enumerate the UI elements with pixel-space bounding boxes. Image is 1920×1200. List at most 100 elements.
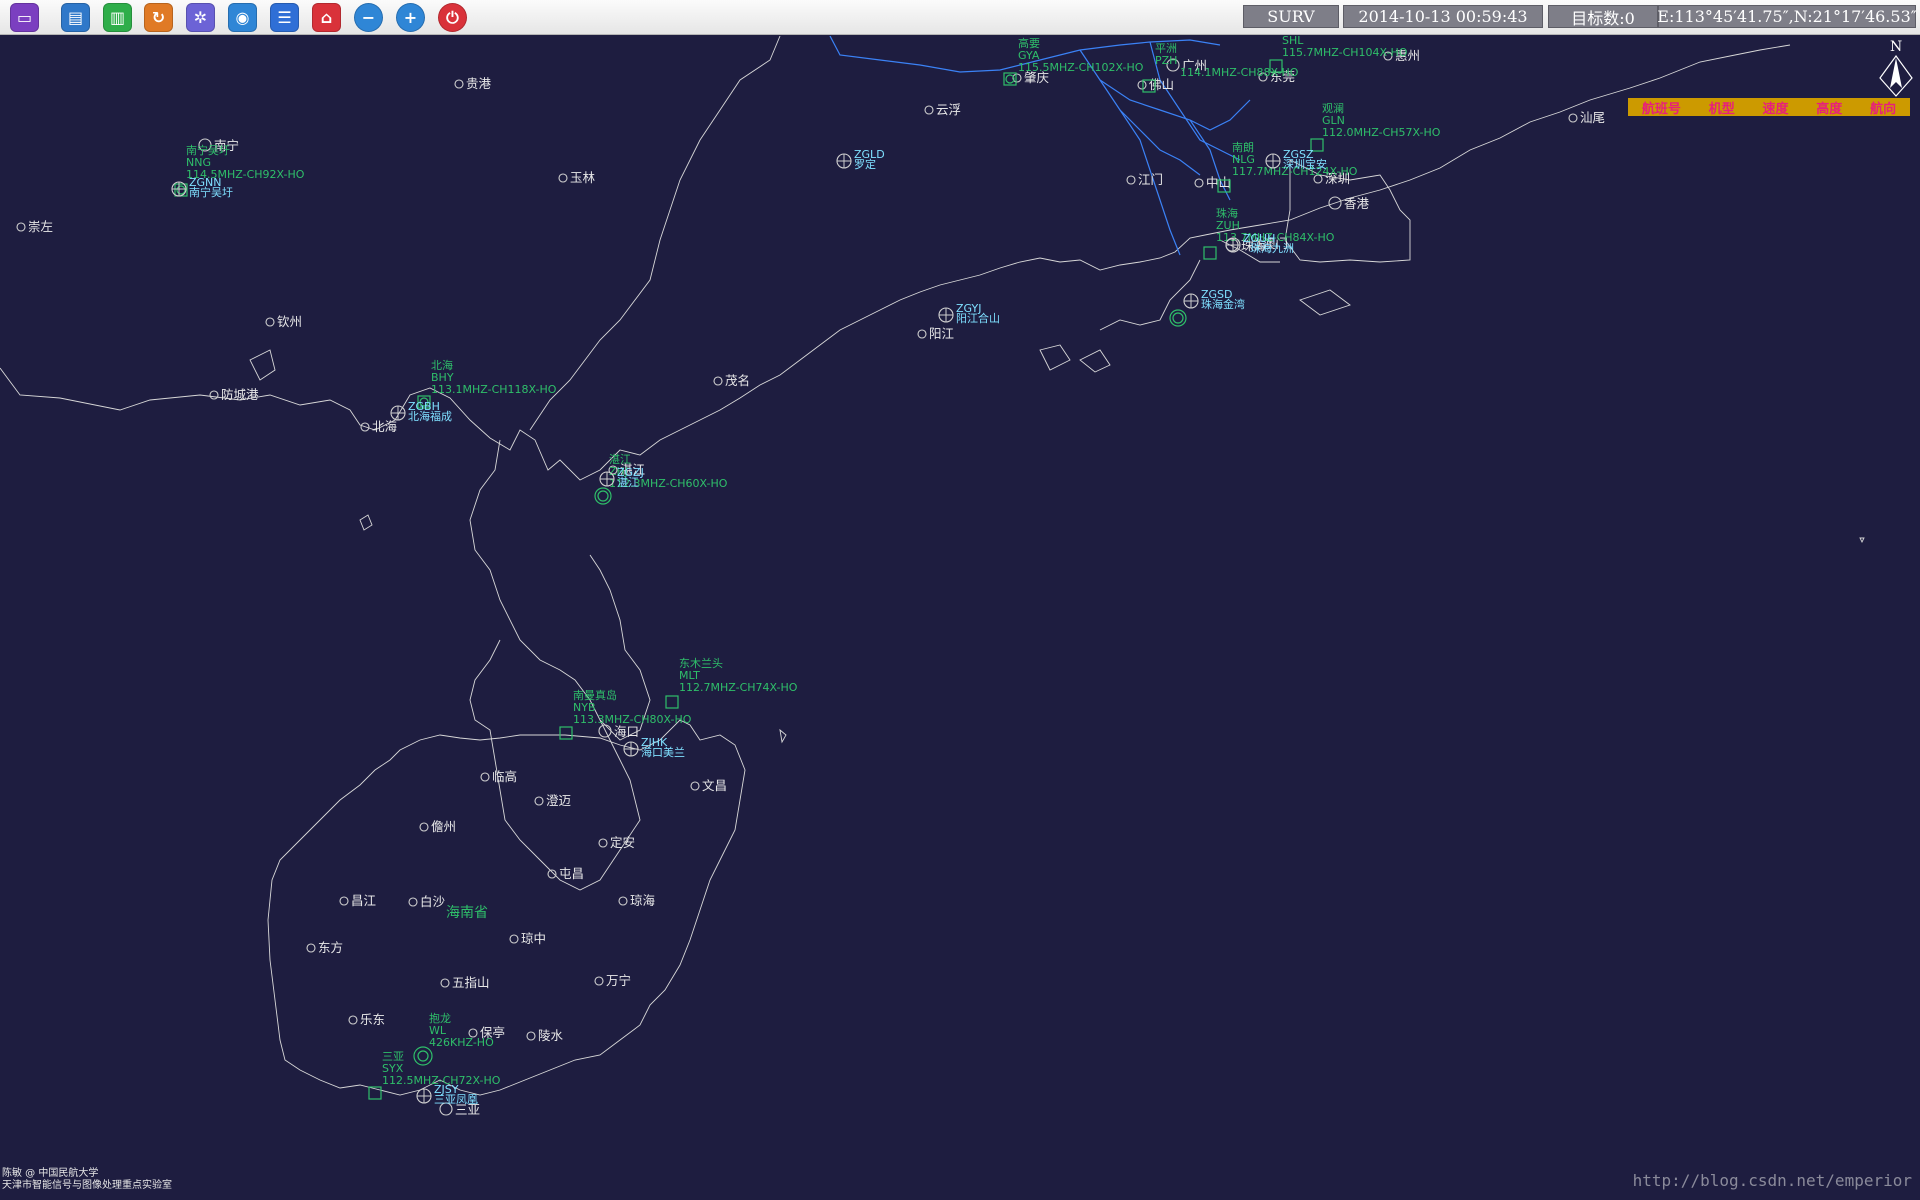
svg-text:定安: 定安 [610,835,635,850]
svg-text:昌江: 昌江 [351,893,376,908]
svg-text:珠海金湾: 珠海金湾 [1201,297,1245,311]
city-marker: 儋州 [419,819,456,834]
refresh-icon[interactable]: ↻ [144,3,173,32]
svg-text:深圳宝安: 深圳宝安 [1283,157,1327,171]
svg-text:南曼真岛: 南曼真岛 [573,688,617,702]
toolbar: ▭ ▤ ▥ ↻ ✲ ◉ ☰ ⌂ − + ⏻ SURV 2014-10-13 00… [0,0,1920,35]
svg-text:湛江: 湛江 [617,476,639,489]
credit-text: 陈敏 @ 中国民航大学 天津市智能信号与图像处理重点实验室 [2,1168,172,1192]
zoom-in-icon[interactable]: + [396,3,425,32]
city-marker: 海口 [598,724,639,739]
monitor-icon[interactable]: ▭ [10,3,39,32]
airport: ZGSD珠海金湾 [1183,288,1245,311]
svg-text:乐东: 乐东 [360,1012,385,1027]
svg-text:钦州: 钦州 [277,314,302,329]
svg-text:文昌: 文昌 [702,778,727,793]
note-icon[interactable]: ▤ [61,3,90,32]
city-marker: 澄迈 [534,793,572,808]
north-arrow-icon: N [1879,39,1913,97]
list-icon[interactable]: ☰ [270,3,299,32]
svg-text:佛山: 佛山 [1149,77,1174,92]
cursor-coordinates: E:113°45′41.75″,N:21°17′46.53″ [1657,5,1917,28]
svg-text:罗定: 罗定 [854,157,876,171]
globe-icon[interactable]: ◉ [228,3,257,32]
svg-text:防城港: 防城港 [221,387,259,402]
zoom-out-icon[interactable]: − [354,3,383,32]
svg-text:阳江合山: 阳江合山 [956,311,1000,325]
credit-line: 陈敏 @ 中国民航大学 [2,1168,99,1179]
svg-text:香港: 香港 [1344,196,1370,211]
city-marker: 汕尾 [1568,110,1605,125]
svg-text:113.3MHZ-CH80X-HO: 113.3MHZ-CH80X-HO [573,713,692,726]
navaid: 抱龙WL426KHZ-HO [413,1011,494,1066]
city-marker: 贵港 [454,76,492,91]
province-label: 海南省 [446,905,488,921]
legend-item: 航向 [1870,101,1897,117]
city-marker: 琼中 [509,931,546,946]
svg-text:海口: 海口 [614,724,639,739]
svg-text:115.7MHZ-CH104X-HO: 115.7MHZ-CH104X-HO [1282,46,1408,59]
svg-text:江门: 江门 [1138,172,1163,187]
svg-text:113.1MHZ-CH118X-HO: 113.1MHZ-CH118X-HO [431,383,557,396]
city-marker: 陵水 [526,1028,564,1043]
svg-text:N: N [1890,39,1902,55]
svg-text:陵水: 陵水 [538,1028,564,1043]
svg-text:高要: 高要 [1018,36,1040,50]
city-marker: 定安 [598,835,635,850]
svg-text:抱龙: 抱龙 [429,1011,451,1025]
city-marker: 中山 [1194,175,1231,190]
city-marker: 北海 [360,419,398,434]
city-markers: 贵港 南宁 玉林 崇左 钦州 防城港 北海 茂名 云浮 肇庆 佛山 广州 东莞 … [16,48,1605,1117]
navaid-markers: 南宁吴圩NNG114.5MHZ-CH92X-HO 北海BHY113.1MHZ-C… [174,36,1441,1100]
power-icon[interactable]: ⏻ [438,3,467,32]
city-marker: 东方 [306,940,343,955]
islands [249,289,1865,744]
mode-indicator: SURV [1243,5,1339,28]
svg-text:珠海: 珠海 [1216,206,1238,220]
airport: ZGLD罗定 [836,148,885,171]
city-marker: 云浮 [924,102,961,117]
airport: ZGYJ阳江合山 [938,302,1000,325]
airport: ZGZJ湛江 [599,466,644,489]
city-marker: 阳江 [917,326,954,341]
datetime-display: 2014-10-13 00:59:43 [1343,5,1543,28]
radar-map[interactable]: 贵港 南宁 玉林 崇左 钦州 防城港 北海 茂名 云浮 肇庆 佛山 广州 东莞 … [0,36,1920,1200]
svg-text:屯昌: 屯昌 [559,866,584,881]
legend-item: 速度 [1762,101,1789,117]
settings-icon[interactable]: ✲ [186,3,215,32]
svg-text:三亚凤凰: 三亚凤凰 [434,1093,478,1106]
navaid: 观澜GLN112.0MHZ-CH57X-HO [1310,101,1441,152]
svg-text:海口美兰: 海口美兰 [641,745,685,759]
svg-text:PZH: PZH [1155,54,1177,67]
city-marker: 江门 [1126,172,1163,187]
legend-item: 航班号 [1641,101,1681,117]
svg-text:阳江: 阳江 [929,326,954,341]
svg-text:汕尾: 汕尾 [1580,110,1605,125]
city-marker: 防城港 [209,387,259,402]
track-label-legend: 航班号 机型 速度 高度 航向 [1628,98,1910,117]
city-marker: 茂名 [713,373,750,388]
svg-text:北海: 北海 [431,358,453,372]
svg-text:云浮: 云浮 [936,102,961,117]
city-marker: 香港 [1328,196,1370,211]
navaid: 湛江ZHJ112.3MHZ-CH60X-HO [594,453,728,505]
svg-text:北海福成: 北海福成 [408,409,452,423]
coastline [0,36,1791,1096]
city-marker: 钦州 [265,314,302,329]
svg-text:白沙: 白沙 [420,894,446,909]
svg-text:南宁吴圩: 南宁吴圩 [189,185,233,199]
city-marker: 崇左 [16,219,53,234]
svg-text:澄迈: 澄迈 [546,793,572,808]
city-marker: 万宁 [594,973,631,988]
navaid: 东木兰头MLT112.7MHZ-CH74X-HO [665,657,798,709]
svg-text:崇左: 崇左 [28,219,53,234]
svg-text:南宁吴圩: 南宁吴圩 [186,143,230,157]
airport-markers: ZGNN南宁吴圩 ZGBH北海福成 ZGLD罗定 ZGYJ阳江合山 ZGSZ深圳… [171,148,1327,1106]
home-icon[interactable]: ⌂ [312,3,341,32]
city-marker: 玉林 [558,170,596,185]
city-marker: 琼海 [618,893,656,908]
radar-icon[interactable]: ▥ [103,3,132,32]
city-marker: 乐东 [348,1012,385,1027]
credit-line: 天津市智能信号与图像处理重点实验室 [2,1180,172,1191]
svg-text:115.5MHZ-CH102X-HO: 115.5MHZ-CH102X-HO [1018,61,1144,74]
